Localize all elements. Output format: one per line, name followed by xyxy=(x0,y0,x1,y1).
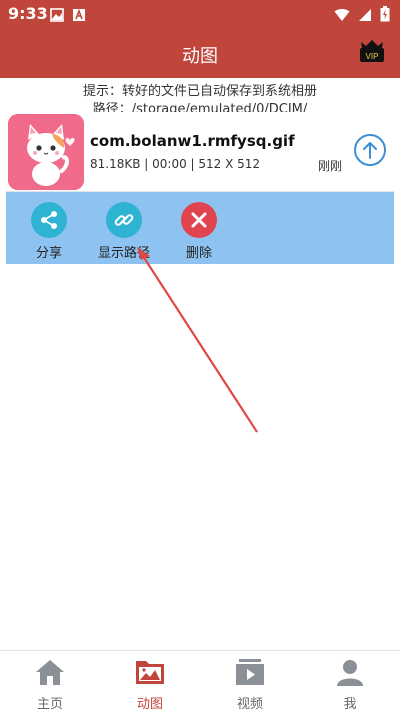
nav-item-video[interactable]: 视频 xyxy=(200,651,300,711)
app-header: 动图 VIP xyxy=(0,28,400,78)
profile-icon xyxy=(337,660,363,686)
file-time: 刚刚 xyxy=(318,159,343,173)
nav-label-home: 主页 xyxy=(36,697,63,711)
file-action-bar: 分享 显示路径 删除 xyxy=(6,192,394,264)
save-hint: 提示：转好的文件已自动保存到系统相册 xyxy=(82,84,317,99)
page-title: 动图 xyxy=(182,46,218,67)
file-list-item[interactable]: com.bolanw1.rmfysq.gif 81.18KB | 00:00 |… xyxy=(6,112,394,192)
show-path-button[interactable]: 显示路径 xyxy=(94,202,154,261)
battery-icon xyxy=(380,6,390,26)
delete-label: 删除 xyxy=(185,246,212,261)
show-path-label: 显示路径 xyxy=(97,246,150,261)
delete-button[interactable]: 删除 xyxy=(169,202,229,261)
video-icon xyxy=(236,659,264,685)
wifi-icon xyxy=(334,7,350,26)
image-notification-icon xyxy=(50,7,64,26)
nav-item-gif[interactable]: 动图 xyxy=(100,651,200,711)
nav-item-home[interactable]: 主页 xyxy=(0,651,100,711)
nav-label-me: 我 xyxy=(343,697,357,711)
status-system-icons xyxy=(334,6,390,26)
nav-item-me[interactable]: 我 xyxy=(300,651,400,711)
share-label: 分享 xyxy=(35,246,62,261)
svg-text:VIP: VIP xyxy=(366,52,379,61)
share-icon xyxy=(41,211,57,229)
bottom-nav: 主页 动图 视频 我 xyxy=(0,650,400,711)
signal-icon xyxy=(358,7,372,26)
cat-illustration-icon xyxy=(8,114,84,190)
nav-label-video: 视频 xyxy=(236,697,263,711)
upload-button[interactable] xyxy=(354,134,386,166)
file-meta: 81.18KB | 00:00 | 512 X 512 xyxy=(90,157,261,171)
gif-image-icon xyxy=(136,661,164,684)
close-icon xyxy=(191,212,207,228)
file-name: com.bolanw1.rmfysq.gif xyxy=(90,132,295,150)
home-icon xyxy=(36,660,64,685)
status-time: 9:33 xyxy=(8,4,48,23)
app-notification-icon xyxy=(72,7,86,26)
status-notification-icons xyxy=(50,7,86,26)
status-bar: 9:33 xyxy=(0,0,400,28)
nav-label-gif: 动图 xyxy=(136,697,163,711)
share-button[interactable]: 分享 xyxy=(19,202,79,261)
gif-thumbnail[interactable] xyxy=(8,114,84,190)
link-icon xyxy=(114,214,134,226)
vip-icon[interactable]: VIP xyxy=(358,38,386,66)
arrow-up-icon xyxy=(363,142,377,159)
